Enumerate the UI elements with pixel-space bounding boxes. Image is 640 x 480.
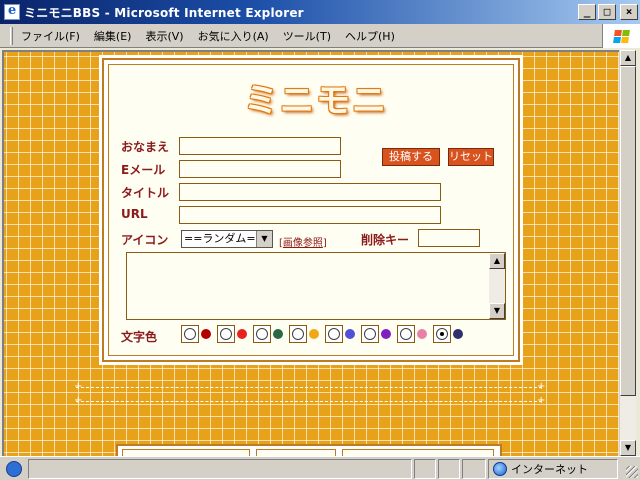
- radio-button[interactable]: [361, 325, 379, 343]
- window-controls: _ □ ×: [578, 4, 638, 20]
- color-swatch: [417, 329, 427, 339]
- radio-button[interactable]: [289, 325, 307, 343]
- dashed-divider: [76, 401, 542, 402]
- radio-icon[interactable]: [292, 328, 304, 340]
- image-ref-link[interactable]: [画像参照]: [279, 234, 327, 249]
- url-label: URL: [121, 207, 148, 221]
- radio-button[interactable]: [433, 325, 451, 343]
- menu-view[interactable]: 表示(V): [145, 28, 183, 44]
- ie-app-icon: [4, 3, 20, 20]
- radio-button[interactable]: [217, 325, 235, 343]
- resize-grip-icon[interactable]: [626, 466, 638, 478]
- color-swatch: [273, 329, 283, 339]
- email-label: Eメール: [121, 163, 166, 177]
- radio-icon[interactable]: [364, 328, 376, 340]
- name-input[interactable]: [179, 137, 341, 155]
- text-color-option[interactable]: [433, 325, 463, 343]
- text-color-option[interactable]: [397, 325, 427, 343]
- title-input[interactable]: [179, 183, 441, 201]
- globe-icon: [493, 462, 507, 476]
- text-color-option[interactable]: [361, 325, 391, 343]
- site-logo: ミニモニ: [244, 81, 388, 121]
- radio-button[interactable]: [325, 325, 343, 343]
- delete-key-input[interactable]: [418, 229, 480, 247]
- scroll-up-icon[interactable]: ▲: [620, 50, 636, 66]
- plus-mark: +: [537, 381, 546, 392]
- panel-cell: [342, 449, 494, 456]
- text-color-option[interactable]: [253, 325, 283, 343]
- icon-label: アイコン: [121, 233, 169, 247]
- color-swatch: [237, 329, 247, 339]
- scroll-down-icon[interactable]: ▼: [620, 440, 636, 456]
- post-form-panel: ミニモニ おなまえ Eメール 投稿する リセット タイトル URL アイコン =…: [102, 58, 520, 362]
- text-color-option[interactable]: [181, 325, 211, 343]
- scroll-down-icon[interactable]: ▼: [489, 303, 505, 319]
- close-button[interactable]: ×: [620, 4, 638, 20]
- radio-button[interactable]: [397, 325, 415, 343]
- menu-help[interactable]: ヘルプ(H): [345, 28, 395, 44]
- radio-button[interactable]: [181, 325, 199, 343]
- status-text-pane: [28, 459, 412, 479]
- email-input[interactable]: [179, 160, 341, 178]
- title-label: タイトル: [121, 186, 170, 200]
- window-title: ミニモニBBS - Microsoft Internet Explorer: [24, 5, 304, 20]
- radio-icon[interactable]: [184, 328, 196, 340]
- zone-label: インターネット: [511, 463, 588, 476]
- page-scrollbar[interactable]: ▲ ▼: [619, 50, 636, 456]
- image-ref-link-text[interactable]: 画像参照: [283, 238, 323, 249]
- reset-button[interactable]: リセット: [448, 148, 494, 166]
- icon-select-value: ==ランダム==: [184, 232, 265, 245]
- windows-logo-icon: [602, 24, 640, 48]
- plus-mark: +: [537, 395, 546, 406]
- color-swatch: [381, 329, 391, 339]
- status-pane: [414, 459, 436, 479]
- next-panel-top: [116, 444, 502, 456]
- panel-cell: [122, 449, 250, 456]
- radio-icon[interactable]: [400, 328, 412, 340]
- status-pane: [438, 459, 460, 479]
- radio-icon[interactable]: [328, 328, 340, 340]
- dashed-divider: [76, 387, 542, 388]
- radio-icon[interactable]: [436, 328, 448, 340]
- text-color-option[interactable]: [325, 325, 355, 343]
- scroll-up-icon[interactable]: ▲: [489, 253, 505, 269]
- chevron-down-icon[interactable]: ▼: [256, 231, 272, 247]
- page-status-icon: [6, 461, 22, 477]
- menu-bar: ファイル(F) 編集(E) 表示(V) お気に入り(A) ツール(T) ヘルプ(…: [0, 24, 640, 48]
- page-viewport: ミニモニ おなまえ Eメール 投稿する リセット タイトル URL アイコン =…: [2, 50, 619, 456]
- icon-select[interactable]: ==ランダム== ▼: [181, 230, 273, 248]
- color-swatch: [345, 329, 355, 339]
- menu-favorites[interactable]: お気に入り(A): [198, 28, 269, 44]
- color-swatch: [201, 329, 211, 339]
- name-label: おなまえ: [121, 140, 170, 154]
- toolbar-grip[interactable]: [10, 26, 13, 45]
- menu-edit[interactable]: 編集(E): [94, 28, 132, 44]
- scroll-thumb[interactable]: [620, 66, 636, 396]
- radio-button[interactable]: [253, 325, 271, 343]
- minimize-button[interactable]: _: [578, 4, 596, 20]
- plus-mark: +: [74, 381, 83, 392]
- maximize-button[interactable]: □: [598, 4, 616, 20]
- security-zone: インターネット: [488, 459, 618, 479]
- text-color-option[interactable]: [217, 325, 247, 343]
- status-bar: インターネット: [0, 456, 640, 480]
- color-swatch: [453, 329, 463, 339]
- menu-tools[interactable]: ツール(T): [283, 28, 331, 44]
- text-color-options: [181, 325, 469, 343]
- url-input[interactable]: [179, 206, 441, 224]
- radio-icon[interactable]: [220, 328, 232, 340]
- radio-icon[interactable]: [256, 328, 268, 340]
- panel-cell: [256, 449, 336, 456]
- plus-mark: +: [74, 395, 83, 406]
- text-color-label: 文字色: [121, 330, 158, 344]
- menu-file[interactable]: ファイル(F): [21, 28, 80, 44]
- title-bar: ミニモニBBS - Microsoft Internet Explorer _ …: [0, 0, 640, 24]
- submit-button[interactable]: 投稿する: [382, 148, 440, 166]
- delete-key-label: 削除キー: [361, 233, 410, 247]
- text-color-option[interactable]: [289, 325, 319, 343]
- color-swatch: [309, 329, 319, 339]
- message-textarea[interactable]: ▲ ▼: [126, 252, 506, 320]
- status-pane: [462, 459, 486, 479]
- textarea-scrollbar[interactable]: ▲ ▼: [489, 253, 505, 319]
